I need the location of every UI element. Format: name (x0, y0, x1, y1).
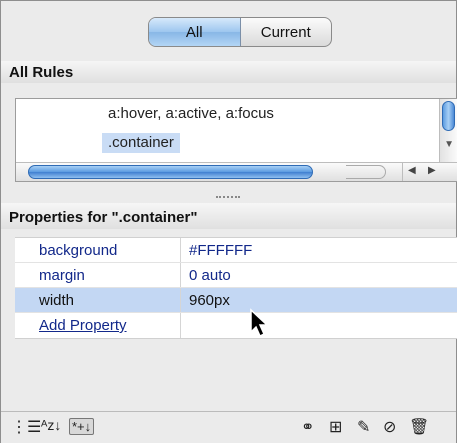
mouse-pointer-icon (250, 308, 269, 338)
horizontal-scrollbar[interactable]: ◀ ▶ (16, 162, 457, 181)
add-property-row[interactable]: Add Property (15, 313, 457, 338)
resize-handle[interactable] (216, 196, 240, 198)
property-name[interactable]: background (15, 238, 181, 262)
new-css-rule-icon[interactable]: ⊞ (329, 417, 342, 437)
scroll-track-end (346, 165, 386, 179)
scroll-divider (402, 163, 403, 181)
property-name[interactable]: width (15, 288, 181, 312)
disable-property-icon[interactable]: ⊘ (383, 417, 396, 437)
attach-stylesheet-icon[interactable]: ⚭ (301, 417, 314, 437)
rule-item-container[interactable]: .container (102, 133, 180, 153)
view-toggle: All Current (148, 17, 332, 47)
properties-header: Properties for ".container" (1, 203, 456, 229)
property-value[interactable]: 0 auto (181, 263, 457, 287)
all-rules-header: All Rules (1, 61, 456, 83)
vertical-scroll-thumb[interactable] (442, 101, 455, 131)
property-row-selected[interactable]: width 960px (15, 288, 457, 313)
properties-table: background #FFFFFF margin 0 auto width 9… (15, 237, 457, 339)
empty-value-cell (181, 313, 457, 338)
property-value[interactable]: #FFFFFF (181, 238, 457, 262)
scroll-down-icon[interactable]: ▼ (444, 139, 454, 150)
scroll-left-icon[interactable]: ◀ (408, 165, 416, 176)
property-row[interactable]: background #FFFFFF (15, 238, 457, 263)
property-value[interactable]: 960px (181, 288, 457, 312)
category-view-icon[interactable]: ⋮☰ (11, 417, 41, 437)
all-tab[interactable]: All (149, 18, 241, 46)
edit-style-icon[interactable]: ✎ (357, 417, 370, 437)
scroll-right-icon[interactable]: ▶ (428, 165, 436, 176)
show-set-properties-icon[interactable]: *+↓ (69, 418, 95, 435)
add-property-link[interactable]: Add Property (39, 317, 127, 334)
rule-item-hover[interactable]: a:hover, a:active, a:focus (108, 105, 274, 122)
css-styles-panel: All Current All Rules a:hover, a:active,… (0, 0, 457, 443)
panel-toolbar: ⋮☰ ᴬz↓ *+↓ ⚭ ⊞ ✎ ⊘ 🗑 (1, 411, 456, 443)
delete-icon[interactable]: 🗑 (409, 417, 429, 437)
property-name[interactable]: margin (15, 263, 181, 287)
vertical-scrollbar[interactable]: ▼ (439, 99, 457, 163)
property-row[interactable]: margin 0 auto (15, 263, 457, 288)
horizontal-scroll-thumb[interactable] (28, 165, 313, 179)
current-tab[interactable]: Current (241, 18, 332, 46)
alphabetical-view-icon[interactable]: ᴬz↓ (41, 417, 61, 433)
add-property-cell: Add Property (15, 313, 181, 338)
rules-list: a:hover, a:active, a:focus .container ▼ … (15, 98, 457, 182)
